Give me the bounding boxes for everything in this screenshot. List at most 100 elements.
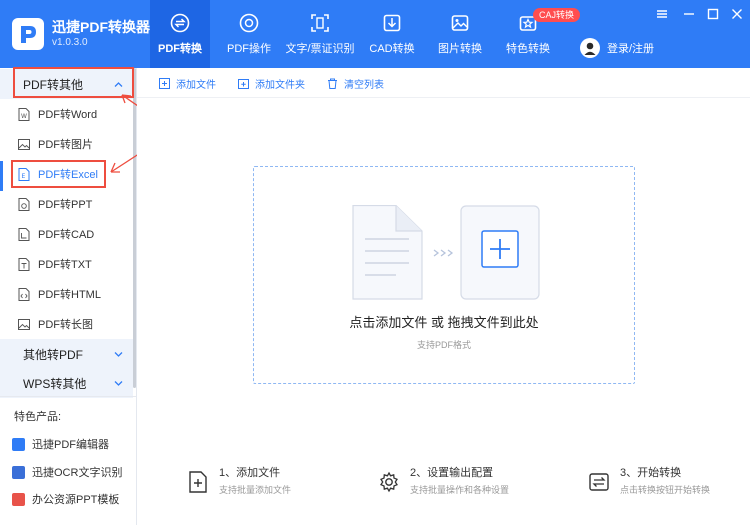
- drop-zone-subtext: 支持PDF格式: [416, 340, 471, 350]
- close-icon[interactable]: [730, 7, 744, 21]
- cad-icon: [383, 14, 401, 31]
- step-title: 2、设置输出配置: [410, 467, 494, 479]
- chevron-down-icon: [114, 381, 123, 386]
- convert-icon: [170, 13, 190, 32]
- add-folder-button[interactable]: 添加文件夹: [238, 76, 305, 91]
- sidebar-item-pdf-to-ppt[interactable]: PDF转PPT: [0, 189, 133, 219]
- avatar: [580, 38, 600, 58]
- sidebar: PDF转其他 W PDF转Word PDF转图片 E PDF转Excel PDF…: [0, 68, 137, 525]
- add-file-button[interactable]: 添加文件: [159, 76, 216, 91]
- minimize-icon[interactable]: [682, 7, 696, 21]
- add-folder-label: 添加文件夹: [255, 80, 305, 91]
- sidebar-item-label: PDF转长图: [38, 319, 93, 331]
- long-image-icon: [18, 318, 30, 330]
- step-subtitle: 支持批量添加文件: [219, 485, 292, 495]
- tab-image[interactable]: 图片转换: [432, 0, 488, 68]
- featured-label: 迅捷OCR文字识别: [32, 467, 123, 479]
- sidebar-item-pdf-to-txt[interactable]: PDF转TXT: [0, 249, 133, 279]
- active-indicator: [0, 161, 3, 191]
- clear-list-label: 清空列表: [344, 80, 384, 91]
- app-title: 迅捷PDF转换器: [52, 19, 150, 35]
- sidebar-scrollbar[interactable]: [133, 68, 136, 388]
- svg-text:W: W: [21, 113, 27, 120]
- tab-label: CAD转换: [369, 42, 415, 55]
- sidebar-item-pdf-to-cad[interactable]: PDF转CAD: [0, 219, 133, 249]
- step-start-convert: 3、开始转换 点击转换按钮开始转换: [588, 466, 710, 497]
- login-button[interactable]: 登录/注册: [580, 38, 654, 58]
- tab-cad[interactable]: CAD转换: [363, 0, 421, 68]
- html-file-icon: [18, 287, 30, 301]
- pdf-editor-icon: [12, 437, 25, 451]
- chevron-down-icon: [114, 352, 123, 357]
- step-output-settings: 2、设置输出配置 支持批量操作和各种设置: [378, 466, 509, 497]
- sidebar-group-label: WPS转其他: [23, 376, 87, 391]
- pdf-operation-icon: [239, 13, 259, 32]
- tab-ocr[interactable]: 文字/票证识别: [284, 0, 356, 68]
- drop-zone-text: 点击添加文件 或 拖拽文件到此处: [349, 315, 539, 330]
- settings-gear-icon: [380, 471, 398, 493]
- featured-ocr[interactable]: 迅捷OCR文字识别: [12, 464, 122, 480]
- ocr-scan-icon: [311, 13, 329, 32]
- sidebar-group-other-to-pdf[interactable]: 其他转PDF: [0, 339, 133, 369]
- add-file-icon: [189, 471, 207, 493]
- ppt-template-icon: [12, 492, 25, 506]
- tab-label: 文字/票证识别: [285, 42, 355, 55]
- step-add-file: 1、添加文件 支持批量添加文件: [187, 466, 291, 497]
- caj-badge[interactable]: CAJ转换: [533, 8, 581, 22]
- ppt-file-icon: [18, 197, 30, 211]
- annotation-box-excel: [11, 160, 106, 188]
- start-convert-icon: [589, 473, 609, 491]
- menu-icon[interactable]: [655, 7, 669, 21]
- app-logo-area: 迅捷PDF转换器 v1.0.3.0: [0, 0, 150, 68]
- ocr-app-icon: [12, 465, 25, 479]
- top-bar: 迅捷PDF转换器 v1.0.3.0 PDF转换 PDF操作 文字/票证识别 CA…: [0, 0, 750, 68]
- add-file-label: 添加文件: [176, 80, 216, 91]
- file-drop-zone[interactable]: 点击添加文件 或 拖拽文件到此处 支持PDF格式: [253, 166, 635, 384]
- featured-ppt-templates[interactable]: 办公资源PPT模板: [12, 491, 119, 507]
- featured-label: 迅捷PDF编辑器: [32, 439, 109, 451]
- step-subtitle: 点击转换按钮开始转换: [620, 485, 711, 495]
- tab-pdf-operation[interactable]: PDF操作: [220, 0, 278, 68]
- featured-pdf-editor[interactable]: 迅捷PDF编辑器: [12, 436, 109, 452]
- sidebar-item-label: PDF转图片: [38, 139, 93, 151]
- tab-pdf-convert[interactable]: PDF转换: [150, 0, 210, 68]
- sidebar-item-label: PDF转CAD: [38, 229, 95, 241]
- tab-label: PDF操作: [227, 42, 271, 55]
- tab-label: PDF转换: [158, 42, 202, 55]
- annotation-box-group: [13, 67, 134, 98]
- sidebar-group-label: 其他转PDF: [23, 347, 84, 362]
- drop-illustration-icon: [352, 205, 540, 300]
- sidebar-item-pdf-to-image[interactable]: PDF转图片: [0, 129, 133, 159]
- app-logo-icon: [12, 18, 44, 50]
- sidebar-item-label: PDF转PPT: [38, 199, 93, 211]
- step-title: 3、开始转换: [620, 467, 682, 479]
- picture-file-icon: [18, 138, 30, 150]
- tab-label: 特色转换: [506, 42, 550, 55]
- image-icon: [451, 14, 469, 31]
- maximize-icon[interactable]: [706, 7, 720, 21]
- sidebar-item-pdf-to-word[interactable]: W PDF转Word: [0, 99, 133, 129]
- featured-title: 特色产品:: [14, 411, 62, 423]
- sidebar-item-label: PDF转TXT: [38, 259, 92, 271]
- featured-label: 办公资源PPT模板: [32, 494, 120, 506]
- login-label: 登录/注册: [607, 43, 655, 55]
- cad-file-icon: [18, 227, 30, 241]
- txt-file-icon: [18, 257, 30, 271]
- sidebar-item-label: PDF转Word: [38, 109, 98, 121]
- sidebar-group-wps-to-other[interactable]: WPS转其他: [0, 368, 133, 398]
- sidebar-item-pdf-to-html[interactable]: PDF转HTML: [0, 279, 133, 309]
- main-panel: 添加文件 添加文件夹 清空列表 点击添加文件 或 拖拽文件到此处 支持PDF格式…: [137, 68, 750, 525]
- clear-list-button[interactable]: 清空列表: [327, 76, 384, 91]
- sidebar-item-pdf-to-long-image[interactable]: PDF转长图: [0, 309, 133, 339]
- tab-label: 图片转换: [438, 42, 482, 55]
- sidebar-item-label: PDF转HTML: [38, 289, 101, 301]
- toolbar: 添加文件 添加文件夹 清空列表: [137, 68, 750, 98]
- step-subtitle: 支持批量操作和各种设置: [410, 485, 510, 495]
- user-avatar-icon: [584, 42, 596, 55]
- add-folder-icon: [238, 79, 249, 89]
- trash-icon: [328, 78, 337, 89]
- step-title: 1、添加文件: [219, 467, 281, 479]
- sidebar-divider: [0, 396, 136, 397]
- app-version: v1.0.3.0: [52, 37, 88, 48]
- word-file-icon: W: [18, 107, 30, 121]
